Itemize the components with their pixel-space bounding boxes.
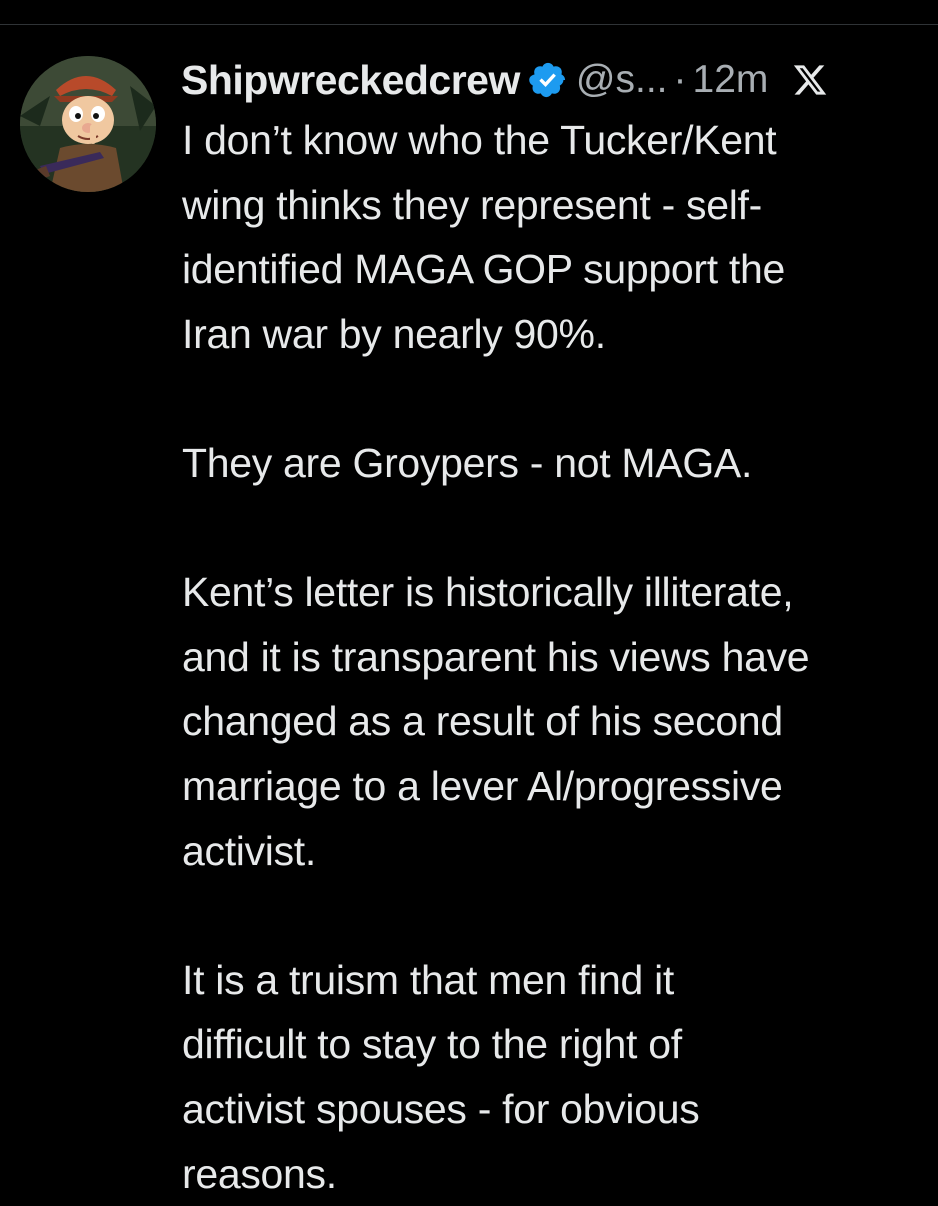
user-handle[interactable]: @s... <box>576 58 668 102</box>
cartoon-hunter-avatar-icon <box>20 56 156 192</box>
post-paragraph-2: They are Groypers - not MAGA. <box>182 439 753 486</box>
display-name[interactable]: Shipwreckedcrew <box>181 57 520 104</box>
post-header: Shipwreckedcrew @s... · 12m <box>181 50 921 110</box>
x-logo-icon <box>792 62 828 98</box>
post-paragraph-1: I don’t know who the Tucker/Kent wing th… <box>182 117 785 357</box>
post-paragraph-3: Kent’s letter is historically illiterate… <box>182 569 810 874</box>
verified-badge-icon <box>528 60 568 100</box>
post[interactable]: Shipwreckedcrew @s... · 12m I don’t know… <box>0 0 938 1200</box>
post-paragraph-4: It is a truism that men find it difficul… <box>182 956 700 1197</box>
post-text: I don’t know who the Tucker/Kent wing th… <box>182 108 927 1206</box>
avatar[interactable] <box>20 56 156 192</box>
separator-dot: · <box>673 58 687 101</box>
post-timestamp[interactable]: 12m <box>693 58 769 102</box>
